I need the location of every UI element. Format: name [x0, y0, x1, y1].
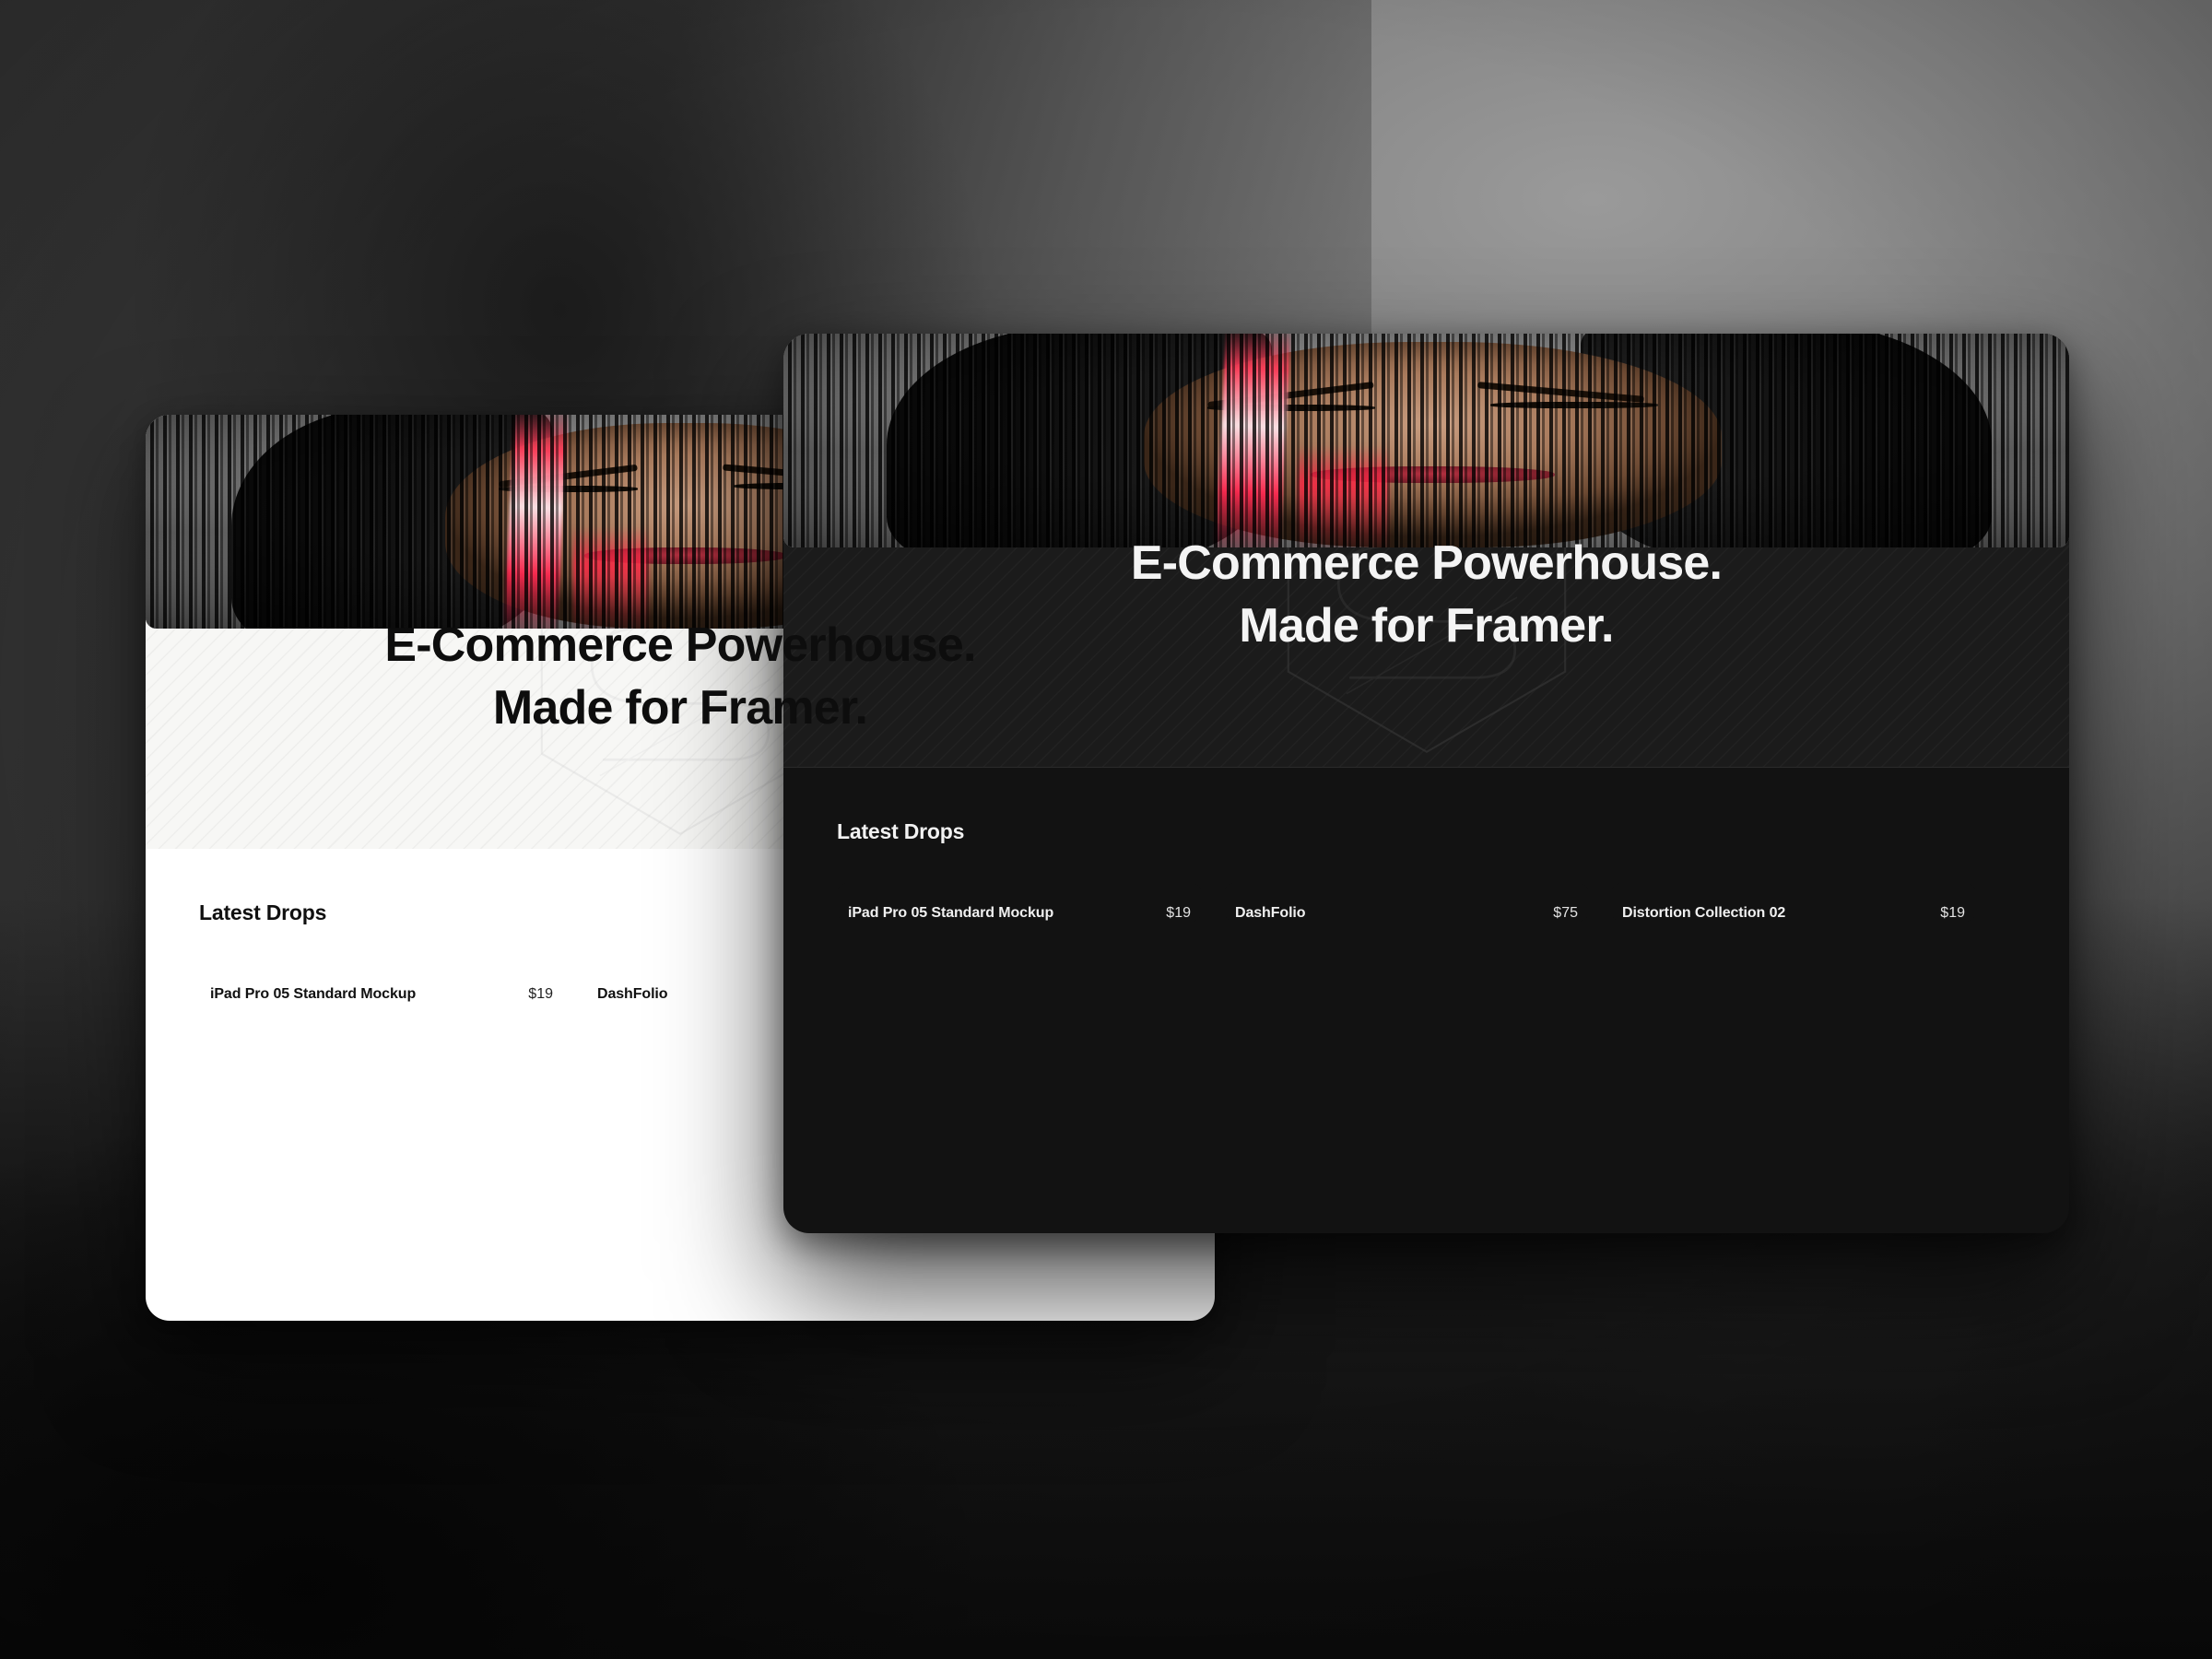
product-card-ipad[interactable]: iPad Pro 05 Standard Mockup $19 — [783, 334, 2069, 922]
browser-window-dark: SUPPLY Discover Templates Mockups Graphi… — [783, 334, 2069, 1233]
product-price: $19 — [1940, 905, 1965, 921]
product-card-ipad[interactable]: iPad Pro 05 Standard Mockup $19 — [146, 415, 1215, 1003]
dark-hero-title: E-Commerce Powerhouse. Made for Framer. — [1130, 533, 1723, 657]
product-name: Distortion Collection 02 — [1622, 905, 1786, 921]
product-card-distortion[interactable]: Distortion Collection 02 $19 — [783, 334, 2069, 922]
product-card-footer: DashFolio $75 — [1224, 883, 1589, 922]
dark-drops-title: Latest Drops — [837, 819, 965, 843]
dark-drops-section: Latest Drops iPad Pro 05 Standard Mockup… — [783, 334, 2069, 922]
dark-hero-line1: E-Commerce Powerhouse. — [1130, 536, 1723, 591]
dark-card-row: iPad Pro 05 Standard Mockup $19 DashFoli… — [783, 334, 2069, 922]
product-name: iPad Pro 05 Standard Mockup — [848, 905, 1054, 921]
product-name: DashFolio — [597, 986, 668, 1002]
product-name: iPad Pro 05 Standard Mockup — [210, 986, 417, 1002]
light-hero-line2: Made for Framer. — [492, 680, 868, 735]
product-name: DashFolio — [1235, 905, 1306, 921]
product-price: $19 — [1166, 905, 1191, 921]
product-card-footer: iPad Pro 05 Standard Mockup $19 — [199, 964, 564, 1003]
light-hero-line1: E-Commerce Powerhouse. — [384, 618, 976, 672]
product-price: $75 — [1553, 905, 1578, 921]
dark-hero-line2: Made for Framer. — [1239, 599, 1614, 653]
light-hero-title: E-Commerce Powerhouse. Made for Framer. — [384, 615, 976, 739]
product-card-dashfolio[interactable]: DashFolio $75 — [783, 334, 2069, 922]
product-card-footer: iPad Pro 05 Standard Mockup $19 — [837, 883, 1202, 922]
product-card-footer: Distortion Collection 02 $19 — [1611, 883, 1976, 922]
product-price: $19 — [528, 986, 553, 1002]
